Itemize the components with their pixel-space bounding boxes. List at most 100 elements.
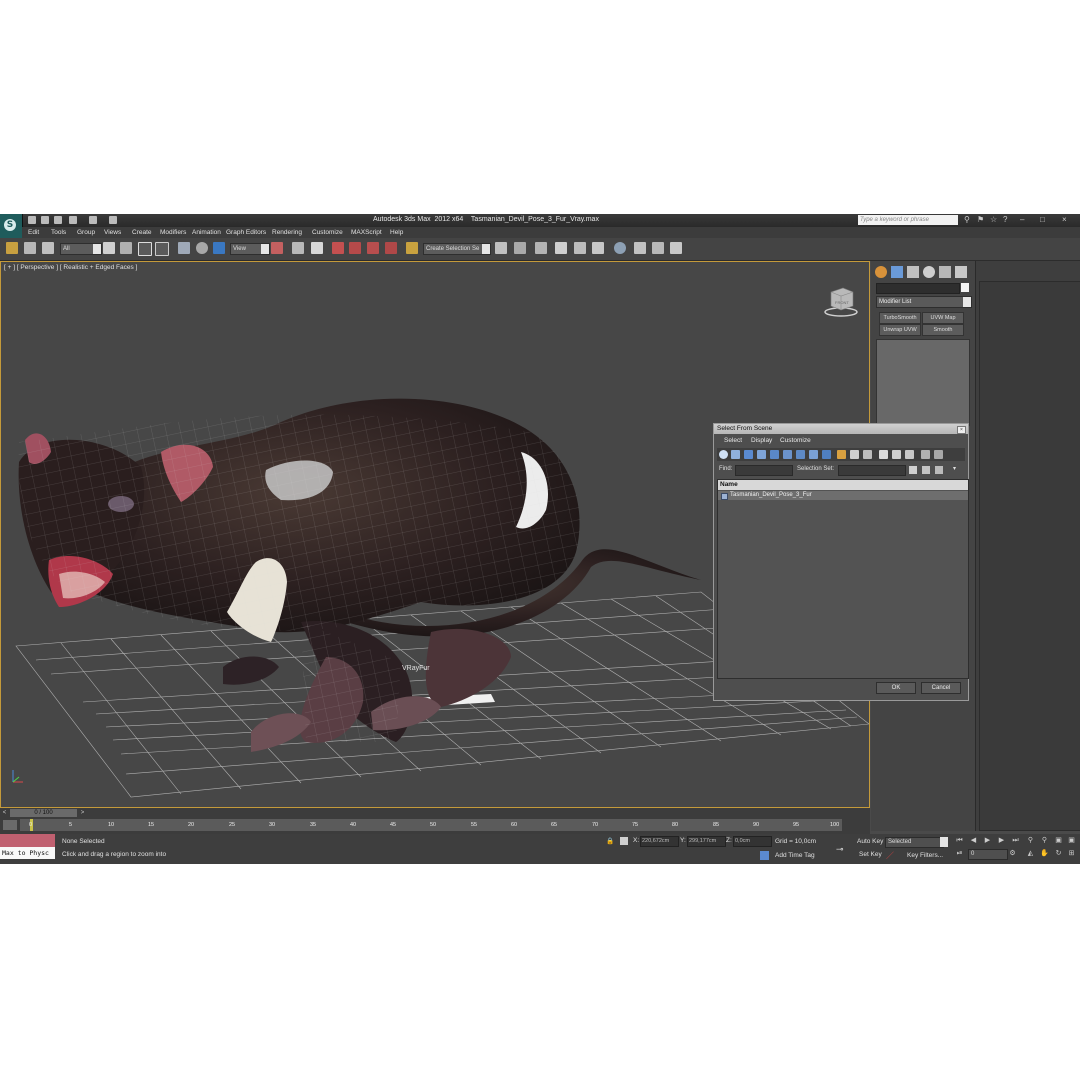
find-input[interactable] bbox=[735, 465, 793, 476]
chevron-down-icon[interactable] bbox=[940, 837, 948, 847]
menu-group[interactable]: Group bbox=[77, 229, 95, 236]
keyboard-shortcut-toggle-icon[interactable] bbox=[311, 242, 323, 254]
rendered-frame-window-icon[interactable] bbox=[652, 242, 664, 254]
favorites-star-icon[interactable]: ☆ bbox=[990, 216, 998, 224]
reference-coordinate-dropdown[interactable]: View bbox=[230, 243, 270, 255]
zoom-all-icon[interactable]: ⚲ bbox=[1040, 836, 1049, 845]
motion-tab-icon[interactable] bbox=[923, 266, 935, 278]
open-icon[interactable] bbox=[41, 216, 49, 224]
scale-icon[interactable] bbox=[213, 242, 225, 254]
modify-tab-icon[interactable] bbox=[891, 266, 903, 278]
select-all-icon[interactable] bbox=[879, 450, 888, 459]
unwrap-uvw-button[interactable]: Unwrap UVW bbox=[879, 324, 921, 336]
object-color-swatch[interactable] bbox=[961, 283, 969, 292]
next-frame-icon[interactable]: > bbox=[78, 809, 87, 817]
add-time-tag[interactable]: Add Time Tag bbox=[775, 852, 815, 859]
maximize-viewport-icon[interactable]: ⊞ bbox=[1067, 849, 1076, 858]
render-setup-icon[interactable] bbox=[634, 242, 646, 254]
absolute-mode-icon[interactable] bbox=[620, 837, 628, 845]
add-to-set-icon[interactable] bbox=[922, 466, 930, 474]
current-frame-field[interactable]: 0 bbox=[968, 849, 1008, 860]
dialog-menu-display[interactable]: Display bbox=[751, 437, 772, 444]
help-icon[interactable]: ? bbox=[1003, 216, 1011, 224]
display-lights-icon[interactable] bbox=[744, 450, 753, 459]
selection-set-dropdown[interactable] bbox=[838, 465, 906, 476]
x-coordinate-field[interactable]: 220,672cm bbox=[640, 836, 679, 847]
maxscript-listener-output[interactable] bbox=[0, 834, 55, 847]
hierarchy-tab-icon[interactable] bbox=[907, 266, 919, 278]
spinner-snap-icon[interactable] bbox=[385, 242, 397, 254]
key-filters-button[interactable]: Key Filters... bbox=[907, 852, 943, 859]
search-input[interactable]: Type a keyword or phrase bbox=[858, 215, 958, 225]
display-none-icon[interactable] bbox=[850, 450, 859, 459]
select-invert-icon[interactable] bbox=[905, 450, 914, 459]
previous-frame-icon[interactable]: < bbox=[0, 809, 9, 817]
project-folder-icon[interactable] bbox=[109, 216, 117, 224]
layer-manager-icon[interactable] bbox=[535, 242, 547, 254]
align-icon[interactable] bbox=[514, 242, 526, 254]
unlink-icon[interactable] bbox=[24, 242, 36, 254]
z-coordinate-field[interactable]: 0,0cm bbox=[733, 836, 772, 847]
pan-view-icon[interactable]: ✋ bbox=[1040, 849, 1049, 858]
select-link-icon[interactable] bbox=[6, 242, 18, 254]
lock-selection-icon[interactable]: 🔒 bbox=[606, 837, 614, 845]
dialog-title[interactable]: Select From Scene × bbox=[714, 424, 968, 434]
mirror-icon[interactable] bbox=[495, 242, 507, 254]
key-mode-toggle-icon[interactable]: ⏯ bbox=[955, 849, 964, 858]
save-selection-set-icon[interactable] bbox=[909, 466, 917, 474]
display-invert-icon[interactable] bbox=[863, 450, 872, 459]
named-selection-set-dropdown[interactable]: Create Selection Se bbox=[423, 243, 491, 255]
display-helpers-icon[interactable] bbox=[770, 450, 779, 459]
object-name-field[interactable] bbox=[876, 283, 960, 294]
menu-views[interactable]: Views bbox=[104, 229, 121, 236]
time-configuration-icon[interactable]: ⚙ bbox=[1008, 849, 1017, 858]
maximize-icon[interactable]: □ bbox=[1040, 216, 1048, 224]
zoom-icon[interactable]: ⚲ bbox=[1026, 836, 1035, 845]
application-button[interactable]: S bbox=[0, 214, 23, 238]
angle-snap-icon[interactable] bbox=[349, 242, 361, 254]
track-bar[interactable]: 0 5 10 15 20 25 30 35 40 45 50 55 60 65 … bbox=[20, 819, 842, 831]
time-slider[interactable]: 0 / 100 bbox=[10, 809, 77, 817]
graphite-modeling-icon[interactable] bbox=[555, 242, 567, 254]
orbit-icon[interactable]: ↻ bbox=[1054, 849, 1063, 858]
rotate-icon[interactable] bbox=[196, 242, 208, 254]
field-of-view-icon[interactable]: ◭ bbox=[1026, 849, 1035, 858]
auto-key-button[interactable]: Auto Key bbox=[857, 838, 883, 845]
menu-graph-editors[interactable]: Graph Editors bbox=[226, 229, 266, 236]
dialog-menu-select[interactable]: Select bbox=[724, 437, 742, 444]
edit-named-selection-icon[interactable] bbox=[406, 242, 418, 254]
play-icon[interactable]: ▶ bbox=[983, 836, 992, 845]
previous-key-icon[interactable]: ◀ bbox=[969, 836, 978, 845]
menu-modifiers[interactable]: Modifiers bbox=[160, 229, 186, 236]
hierarchy-filter-icon[interactable] bbox=[934, 450, 943, 459]
next-key-icon[interactable]: ▶ bbox=[997, 836, 1006, 845]
menu-animation[interactable]: Animation bbox=[192, 229, 221, 236]
ok-button[interactable]: OK bbox=[876, 682, 916, 694]
schematic-view-icon[interactable] bbox=[592, 242, 604, 254]
minimize-icon[interactable]: – bbox=[1020, 216, 1028, 224]
remove-from-set-icon[interactable] bbox=[935, 466, 943, 474]
options-chevron-icon[interactable]: ▾ bbox=[953, 465, 956, 472]
save-icon[interactable] bbox=[54, 216, 62, 224]
dialog-menu-customize[interactable]: Customize bbox=[780, 437, 811, 444]
percent-snap-icon[interactable] bbox=[367, 242, 379, 254]
display-shapes-icon[interactable] bbox=[731, 450, 740, 459]
create-tab-icon[interactable] bbox=[875, 266, 887, 278]
window-crossing-icon[interactable] bbox=[155, 242, 169, 256]
time-tag-icon[interactable] bbox=[760, 851, 769, 860]
menu-edit[interactable]: Edit bbox=[28, 229, 39, 236]
zoom-extents-all-icon[interactable]: ▣ bbox=[1067, 836, 1076, 845]
set-key-filter-icon[interactable]: ／ bbox=[886, 850, 894, 861]
uvw-map-button[interactable]: UVW Map bbox=[922, 312, 964, 324]
move-icon[interactable] bbox=[178, 242, 190, 254]
display-xrefs-icon[interactable] bbox=[809, 450, 818, 459]
close-icon[interactable]: × bbox=[1062, 216, 1070, 224]
menu-create[interactable]: Create bbox=[132, 229, 152, 236]
key-mode-dropdown[interactable]: Selected bbox=[885, 837, 944, 848]
smooth-button[interactable]: Smooth bbox=[922, 324, 964, 336]
display-groups-icon[interactable] bbox=[796, 450, 805, 459]
go-to-start-icon[interactable]: ⏮ bbox=[955, 836, 964, 845]
modifier-stack[interactable] bbox=[876, 339, 970, 426]
material-editor-icon[interactable] bbox=[614, 242, 626, 254]
select-manipulate-icon[interactable] bbox=[292, 242, 304, 254]
